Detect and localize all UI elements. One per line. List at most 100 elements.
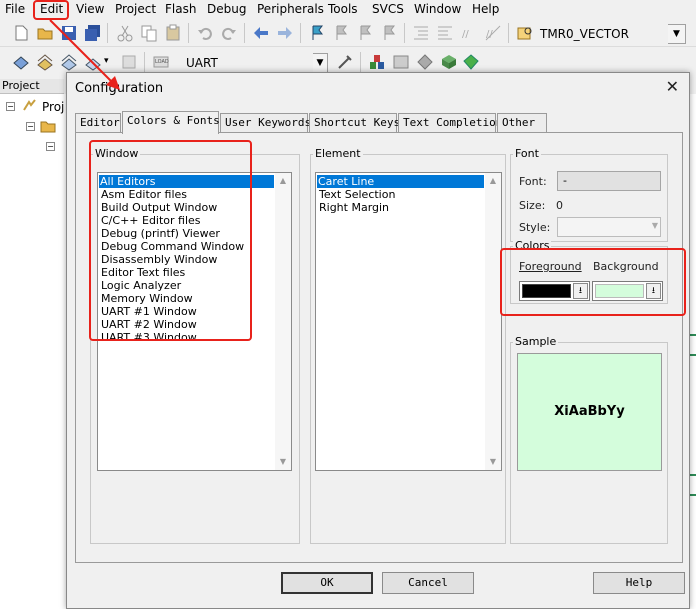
background-color-select[interactable]: ⭳: [592, 281, 663, 301]
element-list-scrollbar[interactable]: ▲ ▼: [485, 173, 501, 470]
sample-preview: XiAaBbYy: [517, 353, 662, 471]
foreground-swatch: [522, 284, 571, 298]
copy-icon[interactable]: [140, 24, 158, 42]
select-packs-icon[interactable]: [440, 53, 458, 71]
menu-help[interactable]: Help: [472, 1, 499, 17]
font-group: Font Font: - Size: 0 Style: ▼: [510, 147, 668, 242]
list-item[interactable]: UART #3 Window: [100, 331, 198, 344]
redo-icon[interactable]: [220, 24, 238, 42]
help-button[interactable]: Help: [593, 572, 685, 594]
tab-shortcut-keys[interactable]: Shortcut Keys: [309, 113, 400, 133]
scroll-up-icon[interactable]: ▲: [485, 173, 501, 189]
menu-tools[interactable]: Tools: [328, 1, 358, 17]
next-bookmark-icon[interactable]: [356, 24, 374, 42]
scroll-down-icon[interactable]: ▼: [485, 454, 501, 470]
navigate-back-icon[interactable]: [252, 24, 270, 42]
bookmark-icon[interactable]: [308, 24, 326, 42]
undo-icon[interactable]: [196, 24, 214, 42]
find-in-files-icon[interactable]: [516, 24, 534, 42]
svg-text://: //: [462, 29, 469, 40]
menu-svcs[interactable]: SVCS: [372, 1, 404, 17]
pack-installer-icon[interactable]: [416, 53, 434, 71]
translate-icon[interactable]: [12, 53, 30, 71]
list-item[interactable]: Debug (printf) Viewer: [100, 227, 221, 240]
comment-icon[interactable]: //: [460, 24, 478, 42]
menu-debug[interactable]: Debug: [207, 1, 246, 17]
tab-editor[interactable]: Editor: [75, 113, 121, 133]
menu-window[interactable]: Window: [414, 1, 461, 17]
project-root-label[interactable]: Proj: [42, 100, 64, 114]
download-icon[interactable]: LOAD: [152, 53, 170, 71]
element-listbox[interactable]: Caret Line Text Selection Right Margin ▲…: [315, 172, 502, 471]
unindent-icon[interactable]: [436, 24, 454, 42]
background-label: Background: [593, 260, 659, 273]
clear-bookmarks-icon[interactable]: [380, 24, 398, 42]
list-item[interactable]: Right Margin: [318, 201, 390, 214]
tree-collapse-icon[interactable]: −: [6, 102, 15, 111]
manage-project-icon[interactable]: [368, 53, 386, 71]
list-item[interactable]: Caret Line: [317, 175, 484, 188]
list-item[interactable]: Asm Editor files: [100, 188, 188, 201]
tab-text-completion[interactable]: Text Completion: [398, 113, 502, 133]
list-item[interactable]: UART #1 Window: [100, 305, 198, 318]
file-extensions-icon[interactable]: [392, 53, 410, 71]
close-icon[interactable]: ✕: [666, 79, 679, 95]
prev-bookmark-icon[interactable]: [332, 24, 350, 42]
list-item[interactable]: Logic Analyzer: [100, 279, 182, 292]
list-item[interactable]: All Editors: [99, 175, 274, 188]
font-label: Font:: [519, 175, 547, 188]
target-options-icon[interactable]: [336, 53, 354, 71]
window-list-scrollbar[interactable]: ▲ ▼: [275, 173, 291, 470]
list-item[interactable]: Build Output Window: [100, 201, 218, 214]
menu-edit[interactable]: Edit: [40, 1, 63, 17]
list-item[interactable]: UART #2 Window: [100, 318, 198, 331]
chevron-down-icon: ▼: [651, 221, 658, 230]
project-root-icon: [23, 99, 36, 111]
list-item[interactable]: Editor Text files: [100, 266, 186, 279]
ok-button[interactable]: OK: [281, 572, 373, 594]
element-group: Element Caret Line Text Selection Right …: [310, 147, 506, 544]
foreground-color-select[interactable]: ⭳: [519, 281, 590, 301]
indent-icon[interactable]: [412, 24, 430, 42]
font-select-button[interactable]: -: [557, 171, 661, 191]
list-item[interactable]: Text Selection: [318, 188, 396, 201]
chevron-down-icon: ▼: [668, 25, 685, 43]
window-group-label: Window: [93, 147, 141, 161]
menu-view[interactable]: View: [76, 1, 104, 17]
run-time-environment-icon[interactable]: [462, 53, 480, 71]
menu-file[interactable]: File: [5, 1, 25, 17]
paste-icon[interactable]: [164, 24, 182, 42]
new-file-icon[interactable]: [12, 24, 30, 42]
list-item[interactable]: Memory Window: [100, 292, 194, 305]
list-item[interactable]: Disassembly Window: [100, 253, 218, 266]
menu-peripherals[interactable]: Peripherals: [257, 1, 324, 17]
tab-colors-fonts[interactable]: Colors & Fonts: [122, 111, 220, 134]
list-item[interactable]: Debug Command Window: [100, 240, 245, 253]
window-listbox[interactable]: All Editors Asm Editor files Build Outpu…: [97, 172, 292, 471]
tree-collapse-icon[interactable]: −: [46, 142, 55, 151]
menu-flash[interactable]: Flash: [165, 1, 196, 17]
style-combo[interactable]: ▼: [557, 217, 661, 237]
list-item[interactable]: C/C++ Editor files: [100, 214, 202, 227]
tab-user-keywords[interactable]: User Keywords: [220, 113, 311, 133]
target-label: TMR0_VECTOR: [540, 27, 629, 41]
scroll-up-icon[interactable]: ▲: [275, 173, 291, 189]
svg-text:LOAD: LOAD: [155, 59, 169, 65]
font-group-label: Font: [513, 147, 541, 161]
arrow-icon: [49, 19, 120, 90]
colors-group-label: Colors: [513, 239, 552, 253]
tab-other[interactable]: Other: [497, 113, 547, 133]
colors-fonts-panel: Window All Editors Asm Editor files Buil…: [75, 132, 683, 563]
target-select-dropdown[interactable]: ▼: [313, 53, 328, 73]
chevron-down-icon: ▼: [313, 54, 327, 72]
cancel-button[interactable]: Cancel: [382, 572, 474, 594]
uncomment-icon[interactable]: //: [484, 24, 502, 42]
target-combo-dropdown[interactable]: ▼: [668, 24, 686, 44]
tree-collapse-icon[interactable]: −: [26, 122, 35, 131]
configuration-dialog: Configuration ✕ Editor Colors & Fonts Us…: [66, 72, 690, 609]
navigate-forward-icon[interactable]: [276, 24, 294, 42]
scroll-down-icon[interactable]: ▼: [275, 454, 291, 470]
element-group-label: Element: [313, 147, 363, 161]
menu-project[interactable]: Project: [115, 1, 156, 17]
project-panel: − Proj − −: [0, 94, 66, 609]
